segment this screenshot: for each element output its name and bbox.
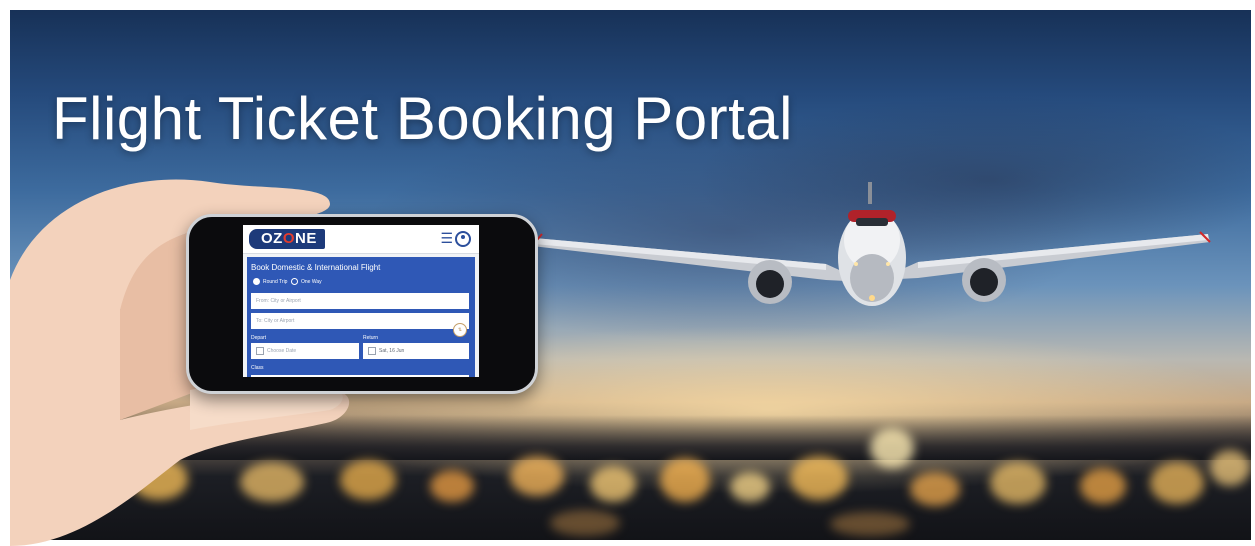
radio-button[interactable] [253, 278, 260, 285]
banner: Flight Ticket Booking Portal OZONE ☰ Boo… [0, 0, 1255, 546]
bokeh-light [550, 510, 620, 536]
ozone-logo[interactable]: OZONE [249, 229, 325, 249]
bokeh-light [1210, 450, 1250, 486]
logo-text: OZ [261, 230, 283, 247]
phone-screen: OZONE ☰ Book Domestic & International Fl… [243, 225, 479, 377]
radio-label: One Way [301, 278, 322, 285]
return-date-field[interactable]: Sat, 16 Jun [363, 343, 469, 359]
logo-text: NE [295, 230, 317, 247]
smartphone: OZONE ☰ Book Domestic & International Fl… [186, 214, 538, 394]
bokeh-light [660, 458, 710, 502]
app-header: OZONE ☰ [243, 225, 479, 254]
return-date-value: Sat, 16 Jun [379, 348, 405, 354]
from-field[interactable]: From: City or Airport [251, 293, 469, 309]
airplane-illustration [531, 182, 1211, 306]
form-title: Book Domestic & International Flight [251, 263, 381, 272]
calendar-icon [256, 346, 264, 355]
depart-date-placeholder: Choose Date [267, 348, 297, 354]
bokeh-light [430, 470, 474, 502]
page-title: Flight Ticket Booking Portal [52, 85, 794, 152]
depart-date-field[interactable]: Choose Date [251, 343, 359, 359]
radio-label: Round Trip [263, 278, 288, 285]
user-circle-icon[interactable] [455, 231, 471, 247]
return-label: Return [363, 335, 379, 341]
logo-globe: O [282, 230, 296, 247]
calendar-icon [368, 346, 376, 355]
bokeh-light [510, 456, 564, 496]
radio-button[interactable] [291, 278, 298, 285]
bokeh-light [730, 472, 770, 502]
one-way-option[interactable]: One Way [291, 278, 322, 285]
class-select[interactable] [251, 375, 469, 377]
to-field[interactable]: To: City or Airport [251, 313, 469, 329]
bokeh-light [590, 466, 636, 502]
bokeh-light [1080, 468, 1126, 504]
bokeh-light [790, 456, 848, 500]
hamburger-menu-icon[interactable]: ☰ [440, 230, 453, 247]
flight-search-form: Book Domestic & International Flight Rou… [247, 257, 475, 377]
round-trip-option[interactable]: Round Trip [253, 278, 287, 285]
swap-arrows-icon[interactable]: ⇅ [453, 323, 467, 337]
bokeh-light [990, 462, 1046, 504]
bokeh-light [830, 512, 910, 536]
class-label: Class [251, 365, 264, 371]
bokeh-light [910, 472, 960, 506]
bokeh-light [1150, 462, 1204, 504]
bokeh-light [870, 428, 914, 468]
depart-label: Depart [251, 335, 267, 341]
